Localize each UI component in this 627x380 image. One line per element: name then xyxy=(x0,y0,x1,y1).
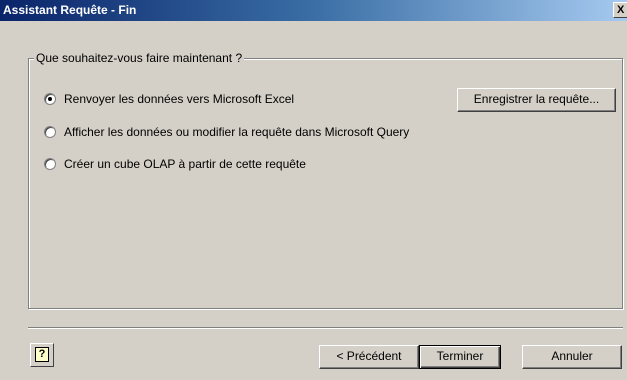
radio-button[interactable] xyxy=(44,126,56,138)
title-bar[interactable]: Assistant Requête - Fin X xyxy=(0,0,627,21)
option-return-to-excel[interactable]: Renvoyer les données vers Microsoft Exce… xyxy=(44,91,424,107)
previous-button[interactable]: < Précédent xyxy=(319,345,419,369)
radio-button-selected[interactable] xyxy=(44,93,56,105)
save-query-button[interactable]: Enregistrer la requête... xyxy=(457,88,616,112)
cancel-button[interactable]: Annuler xyxy=(522,345,622,369)
cancel-label: Annuler xyxy=(551,349,593,363)
option-label[interactable]: Afficher les données ou modifier la requ… xyxy=(64,124,409,140)
previous-label: < Précédent xyxy=(336,349,402,363)
save-query-label: Enregistrer la requête... xyxy=(473,92,600,106)
window-title: Assistant Requête - Fin xyxy=(3,3,137,17)
finish-button[interactable]: Terminer xyxy=(419,345,501,369)
option-view-in-query[interactable]: Afficher les données ou modifier la requ… xyxy=(44,124,464,140)
footer-separator xyxy=(28,327,623,329)
groupbox-label: Que souhaitez-vous faire maintenant ? xyxy=(34,51,245,65)
finish-label: Terminer xyxy=(436,349,484,363)
close-icon: X xyxy=(617,4,625,16)
option-label[interactable]: Renvoyer les données vers Microsoft Exce… xyxy=(64,91,294,107)
option-label[interactable]: Créer un cube OLAP à partir de cette req… xyxy=(64,156,306,172)
radio-button[interactable] xyxy=(44,158,56,170)
help-button[interactable]: ? xyxy=(30,343,54,367)
option-create-olap-cube[interactable]: Créer un cube OLAP à partir de cette req… xyxy=(44,156,344,172)
radio-dot-icon xyxy=(48,97,52,101)
help-icon: ? xyxy=(35,347,49,362)
close-button[interactable]: X xyxy=(613,2,627,18)
wizard-dialog: Assistant Requête - Fin X Que souhaitez-… xyxy=(0,0,627,380)
